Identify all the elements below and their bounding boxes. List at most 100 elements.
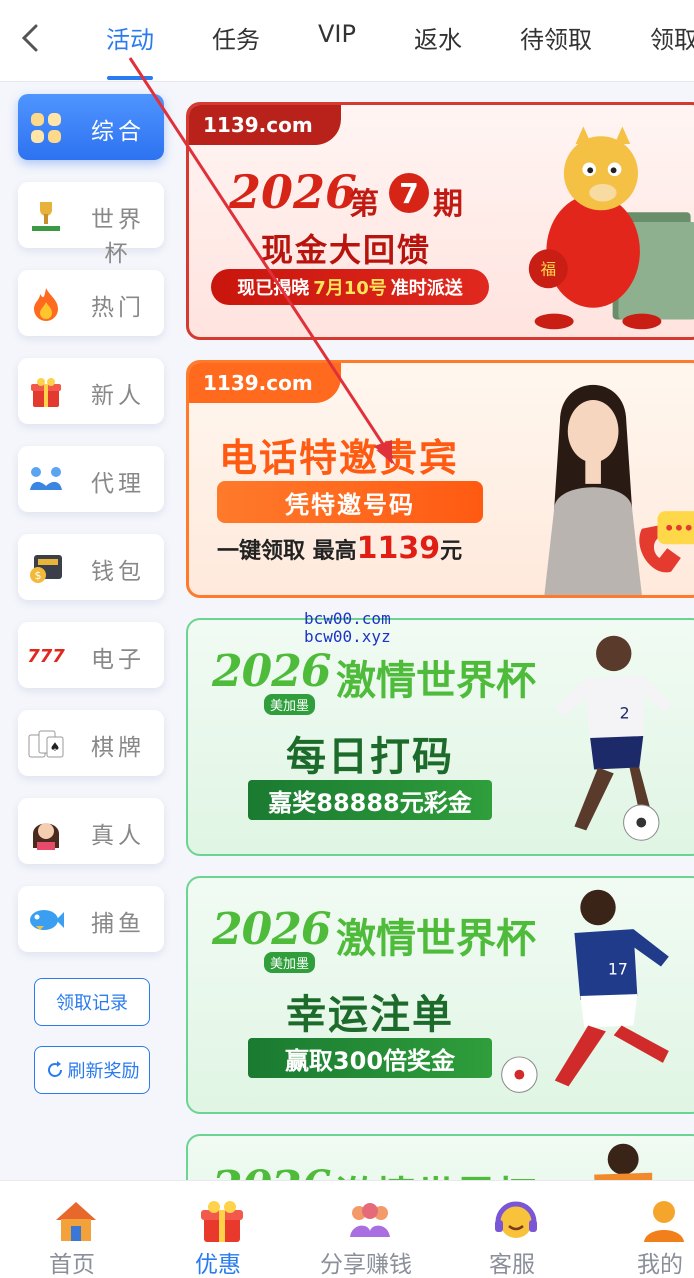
- tab-vip[interactable]: VIP: [318, 20, 356, 48]
- banner-bottom-text: 一键领取 最高1139元: [217, 531, 462, 566]
- sidebar-item-label: 钱包: [91, 559, 145, 585]
- watermark-line: bcw00.xyz: [304, 627, 391, 646]
- fire-icon: [26, 284, 66, 324]
- sidebar-item-label: 捕鱼: [91, 911, 145, 937]
- fish-icon: [26, 900, 66, 940]
- sidebar-item-label: 新人: [91, 383, 145, 409]
- svg-text:福: 福: [540, 261, 556, 279]
- promo-banner-worldcup-lucky[interactable]: 2026 激情世界杯 美加墨 幸运注单 赢取300倍奖金 17: [186, 876, 694, 1114]
- sidebar-item-hot[interactable]: 热门: [18, 270, 164, 336]
- sidebar-item-cards[interactable]: ♠ 棋牌: [18, 710, 164, 776]
- banner-pill: 赢取300倍奖金: [248, 1038, 492, 1078]
- tab-tasks[interactable]: 任务: [212, 20, 260, 55]
- sidebar-item-wallet[interactable]: $ 钱包: [18, 534, 164, 600]
- pill-date: 7月10号: [313, 278, 387, 299]
- sidebar-item-newcomer[interactable]: 新人: [18, 358, 164, 424]
- sidebar-item-agent[interactable]: 代理: [18, 446, 164, 512]
- nav-promotions[interactable]: 优惠: [158, 1181, 278, 1278]
- sidebar-item-label: 热门: [91, 295, 145, 321]
- banner-pill: 凭特邀号码: [217, 481, 483, 523]
- pill-prefix: 现已揭晓: [237, 278, 310, 299]
- sidebar-item-all[interactable]: 综合: [18, 94, 164, 160]
- tab-pending[interactable]: 待领取: [520, 20, 592, 55]
- cards-icon: ♠: [26, 724, 66, 764]
- nav-label: 客服: [489, 1252, 535, 1278]
- watermark-line: bcw00.com: [304, 609, 391, 628]
- issue-suffix: 期: [433, 187, 463, 222]
- tab-claim[interactable]: 领取: [650, 20, 694, 55]
- promo-banner-vip-invite[interactable]: 1139.com 电话特邀贵宾 凭特邀号码 一键领取 最高1139元: [186, 360, 694, 598]
- sidebar-item-slots[interactable]: 777 电子: [18, 622, 164, 688]
- banner-date-pill: 现已揭晓 7月10号 准时派送: [211, 269, 489, 305]
- dealer-icon: [26, 812, 66, 852]
- nav-customer-service[interactable]: 客服: [452, 1181, 572, 1278]
- gift-icon: [198, 1197, 246, 1245]
- soccer-player-illustration: 17: [501, 889, 669, 1093]
- issue-number: 7: [389, 173, 429, 213]
- nav-profile[interactable]: 我的: [600, 1181, 694, 1278]
- svg-text:♠: ♠: [50, 740, 61, 754]
- sidebar-item-label: 代理: [91, 471, 145, 497]
- sidebar-item-label: 棋牌: [91, 735, 145, 761]
- banner-title: 电话特邀贵宾: [219, 436, 460, 480]
- soccer-player-illustration: 2: [554, 635, 673, 841]
- sidebar-item-worldcup[interactable]: 世界杯: [18, 182, 164, 267]
- sidebar-item-label: 真人: [91, 823, 145, 849]
- bottom-navigation: 首页 优惠 分享赚钱 客服 我的: [0, 1180, 694, 1278]
- banner-year: 2026: [212, 646, 331, 697]
- issue-prefix: 第: [349, 187, 379, 222]
- user-icon: [640, 1197, 688, 1245]
- nav-share-earn[interactable]: 分享赚钱: [306, 1181, 426, 1278]
- banner-year: 2026: [229, 165, 358, 219]
- promo-banner-cash-rebate[interactable]: 1139.com 2026 第 7 期 现金大回馈 现已揭晓 7月10号 准时派…: [186, 102, 694, 340]
- handshake-icon: [26, 460, 66, 500]
- people-icon: [346, 1197, 394, 1245]
- promo-banner-worldcup-daily[interactable]: 2026 激情世界杯 美加墨 每日打码 嘉奖88888元彩金 2: [186, 618, 694, 856]
- pill-suffix: 准时派送: [390, 278, 463, 299]
- sidebar-item-label: 世界杯: [91, 207, 145, 267]
- banner-pill: 嘉奖88888元彩金: [248, 780, 492, 820]
- claim-record-button[interactable]: 领取记录: [34, 978, 150, 1026]
- sidebar-item-live[interactable]: 真人: [18, 798, 164, 864]
- bottom-unit: 元: [440, 539, 463, 564]
- banner-tag: 美加墨: [264, 694, 316, 715]
- active-tab-indicator: [107, 76, 153, 80]
- bottom-amount: 1139: [356, 531, 441, 566]
- svg-text:17: 17: [608, 959, 628, 978]
- refresh-reward-button[interactable]: 刷新奖励: [34, 1046, 150, 1094]
- bottom-prefix: 一键领取 最高: [217, 539, 357, 564]
- banner-subtitle: 现金大回馈: [261, 231, 432, 269]
- svg-text:$: $: [35, 569, 42, 582]
- nav-label: 优惠: [195, 1252, 241, 1278]
- nav-label: 首页: [49, 1252, 95, 1278]
- watermark-text: bcw00.com bcw00.xyz: [304, 610, 391, 646]
- trophy-icon: [26, 196, 66, 236]
- slot-777-icon: 777: [27, 645, 65, 667]
- grid-icon: [26, 108, 66, 148]
- banner-year: 2026: [212, 904, 331, 955]
- banner-domain-tag: 1139.com: [189, 363, 341, 403]
- tab-rebate[interactable]: 返水: [414, 20, 462, 55]
- chevron-left-icon[interactable]: [16, 20, 46, 56]
- home-icon: [52, 1197, 100, 1245]
- horse-mascot-illustration: 福: [528, 126, 694, 330]
- sidebar-item-label: 电子: [91, 647, 145, 673]
- refresh-icon: [47, 1061, 62, 1077]
- top-tab-bar: 活动 任务 VIP 返水 待领取 领取: [0, 0, 694, 82]
- headset-icon: [492, 1197, 540, 1245]
- banner-tag: 美加墨: [264, 952, 316, 973]
- banner-domain-tag: 1139.com: [189, 105, 341, 145]
- sidebar-item-label: 综合: [91, 119, 145, 145]
- nav-home[interactable]: 首页: [12, 1181, 132, 1278]
- nav-label: 我的: [637, 1252, 683, 1278]
- nav-label: 分享赚钱: [320, 1252, 412, 1278]
- sidebar-item-fishing[interactable]: 捕鱼: [18, 886, 164, 952]
- gift-icon: [26, 372, 66, 412]
- hostess-illustration: [544, 384, 694, 595]
- tab-activity[interactable]: 活动: [106, 20, 154, 55]
- wallet-icon: $: [26, 548, 66, 588]
- banner-main-text: 每日打码: [286, 734, 454, 780]
- refresh-reward-label: 刷新奖励: [67, 1061, 140, 1082]
- banner-main-text: 幸运注单: [286, 992, 454, 1038]
- svg-text:2: 2: [620, 703, 630, 722]
